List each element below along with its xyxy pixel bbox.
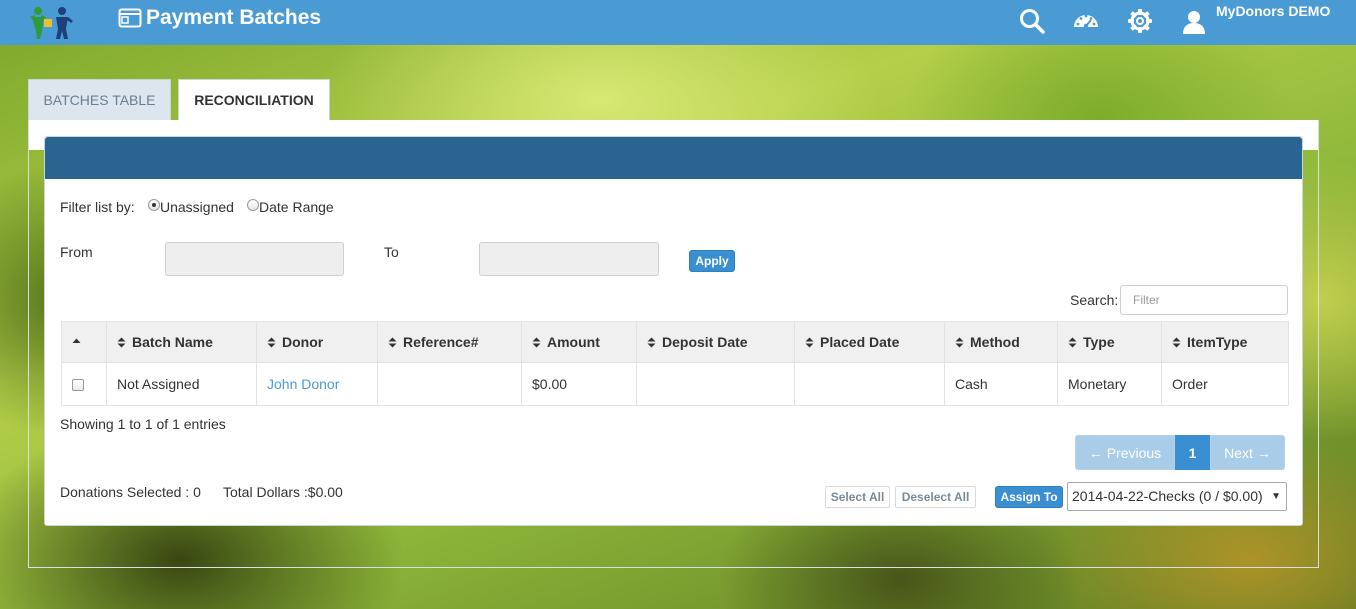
next-page-button[interactable]: Next → [1210,435,1285,470]
column-header-batch-name[interactable]: Batch Name [106,321,257,363]
window-icon [118,8,142,28]
column-label: Placed Date [820,334,900,350]
row-checkbox[interactable] [72,379,84,392]
reconciliation-card: Filter list by: Unassigned Date Range Fr… [44,136,1303,526]
pagination: ← Previous 1 Next → [1075,435,1285,470]
column-label: ItemType [1187,334,1248,350]
column-header-select[interactable] [61,321,107,363]
column-label: Method [970,334,1020,350]
card-header [45,137,1302,179]
logo-icon [30,7,73,39]
cell-batch-name: Not Assigned [106,362,257,406]
page-1-button[interactable]: 1 [1175,435,1210,470]
search-icon[interactable] [1018,7,1046,35]
total-dollars: Total Dollars :$0.00 [223,484,343,500]
row-select-cell [61,362,107,406]
sort-icon [532,337,541,348]
sort-icon [117,337,126,348]
column-label: Batch Name [132,334,213,350]
filter-label: Filter list by: [60,199,135,215]
dropdown-arrow-icon: ▼ [1271,491,1281,502]
cell-method: Cash [944,362,1058,406]
to-label: To [384,244,399,260]
column-label: Amount [547,334,600,350]
previous-page-button[interactable]: ← Previous [1075,435,1175,470]
column-header-deposit-date[interactable]: Deposit Date [636,321,795,363]
column-header-reference[interactable]: Reference# [377,321,522,363]
apply-button[interactable]: Apply [689,250,735,272]
dashboard-icon[interactable] [1072,7,1100,35]
column-header-placed-date[interactable]: Placed Date [794,321,945,363]
sort-icon [267,337,276,348]
column-header-type[interactable]: Type [1057,321,1162,363]
donor-link[interactable]: John Donor [267,376,339,392]
cell-item-type: Order [1161,362,1289,406]
user-name[interactable]: MyDonors DEMO [1216,3,1330,19]
sort-icon [955,337,964,348]
from-label: From [60,244,93,260]
column-header-method[interactable]: Method [944,321,1058,363]
radio-date-range[interactable] [247,199,259,211]
sort-asc-icon [72,338,81,343]
batch-select-value: 2014-04-22-Checks (0 / $0.00) [1072,488,1263,504]
page-title-group: Payment Batches [118,6,321,30]
tab-batches-table[interactable]: BATCHES TABLE [28,79,171,120]
assign-to-button[interactable]: Assign To [995,486,1063,508]
deselect-all-button[interactable]: Deselect All [895,486,976,508]
radio-unassigned-label[interactable]: Unassigned [160,199,234,215]
select-all-button[interactable]: Select All [825,486,890,508]
donations-table: Batch Name Donor Reference# Amount Depos… [61,321,1289,406]
user-icon[interactable] [1180,8,1208,36]
from-date-input[interactable] [165,242,344,276]
cell-reference [377,362,522,406]
sort-icon [1172,337,1181,348]
column-header-item-type[interactable]: ItemType [1161,321,1289,363]
tab-reconciliation[interactable]: RECONCILIATION [178,79,330,120]
cell-deposit-date [636,362,795,406]
batch-select[interactable]: 2014-04-22-Checks (0 / $0.00) ▼ [1067,482,1287,511]
cell-donor: John Donor [256,362,378,406]
sort-icon [388,337,397,348]
top-navigation-bar: Payment Batches MyDonors DEMO [0,0,1356,45]
search-label: Search: [1070,292,1119,308]
sort-icon [647,337,656,348]
search-input[interactable] [1120,285,1288,315]
column-label: Deposit Date [662,334,748,350]
column-label: Donor [282,334,324,350]
column-label: Reference# [403,334,479,350]
cell-amount: $0.00 [521,362,637,406]
page-title: Payment Batches [146,6,322,29]
cell-type: Monetary [1057,362,1162,406]
table-header-row: Batch Name Donor Reference# Amount Depos… [61,321,1289,363]
donations-selected: Donations Selected : 0 [60,484,201,500]
column-label: Type [1083,334,1115,350]
column-header-donor[interactable]: Donor [256,321,378,363]
cell-placed-date [794,362,945,406]
column-header-amount[interactable]: Amount [521,321,637,363]
radio-date-range-label[interactable]: Date Range [259,199,334,215]
sort-icon [805,337,814,348]
radio-unassigned[interactable] [148,199,160,211]
gear-icon[interactable] [1126,7,1154,35]
sort-icon [1068,337,1077,348]
table-row[interactable]: Not Assigned John Donor $0.00 Cash Monet… [61,362,1289,406]
to-date-input[interactable] [479,242,659,276]
entries-info: Showing 1 to 1 of 1 entries [60,416,226,432]
